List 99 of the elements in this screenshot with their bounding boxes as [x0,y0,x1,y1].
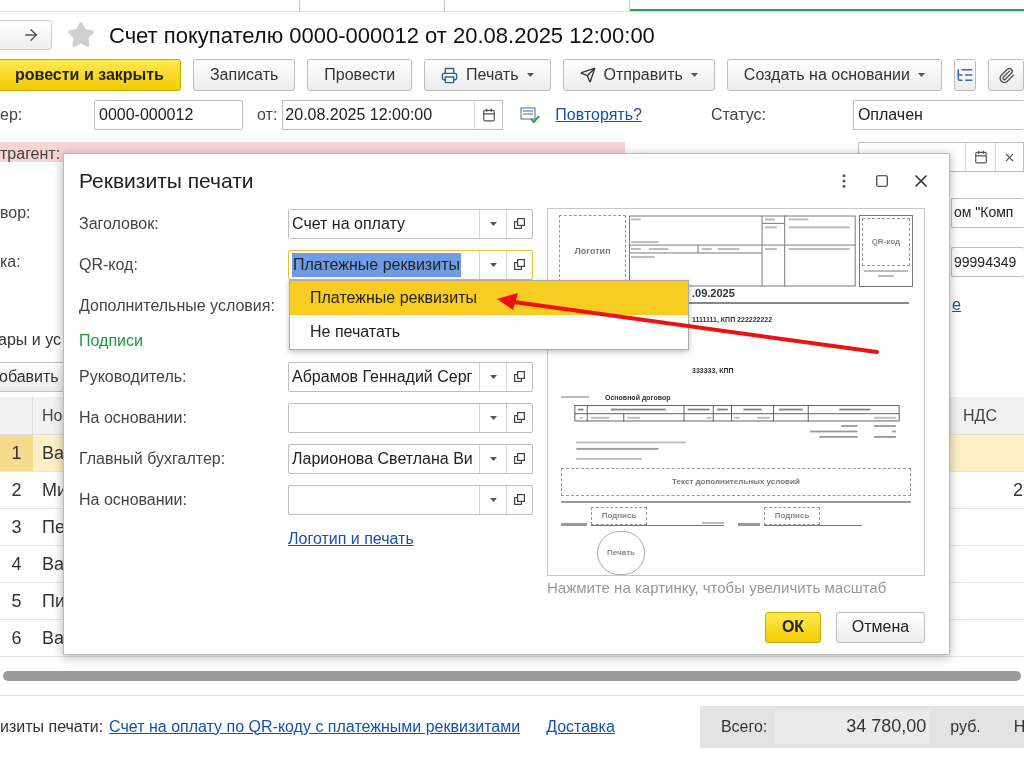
label-line-drawing [738,523,760,526]
text-field[interactable]: 99994349 [951,247,1024,277]
star-icon[interactable] [67,21,95,49]
open-window-icon [514,453,525,464]
combo-field[interactable]: Абрамов Геннадий Серг [288,361,533,392]
table-cell-text: Ва [41,441,63,465]
table-cell-text: Пе [41,515,63,539]
forward-button[interactable] [0,20,52,50]
table-cell-text: 4 [10,552,23,576]
toolbar-button[interactable]: Создать на основании [726,59,942,91]
field-label: Статус: [710,105,767,125]
total-label: Всего: [720,716,768,737]
repeat-link[interactable]: Повторять? [555,103,642,127]
paper-plane-icon [579,67,596,83]
field-label: Главный бухгалтер: [79,448,227,469]
dialog-button[interactable]: ОК [765,611,821,643]
combo-field[interactable] [288,484,533,515]
table-cell-text: Ва [41,626,63,650]
document-text: Печать [607,549,635,557]
table-cell-text: 6 [10,626,23,650]
field-label: Дополнительные условия: [79,295,276,316]
label-line-drawing [561,523,587,526]
open-window-icon [514,412,525,423]
table-cell-text: Ва [41,552,63,576]
field-label: вор: [0,202,31,223]
scrollbar[interactable] [3,671,1021,681]
field-label: На основании: [79,407,188,428]
table-cell-text: 5 [10,589,23,613]
document-text: QR-код [871,238,901,246]
date-field[interactable]: 20.08.2025 12:00:00 [282,100,504,130]
toolbar-button[interactable]: Провести [307,59,413,91]
structure-button[interactable] [953,59,976,91]
printer-icon [441,66,459,84]
field-label: На основании: [79,489,188,510]
label-line-drawing [561,395,589,399]
paperclip-icon [997,66,1015,84]
document-text: Логотип [574,246,611,256]
field-label: ер: [0,105,24,125]
table-cell-text: 2 [10,478,23,502]
document-text: Текст дополнительных условий [672,477,800,486]
caret-icon [489,456,497,461]
window-title: Счет покупателю 0000-000012 от 20.08.2025 12:00:00 [109,21,655,50]
toolbar-button[interactable]: Печать [424,59,551,91]
dropdown-option[interactable]: Не печатать [290,315,688,349]
currency-label: руб. [950,716,981,737]
table-cell-text: 3 [10,515,23,539]
field-label: ка: [0,252,21,272]
document-text: Подпись [601,512,637,520]
arrow-right-icon [22,26,40,44]
logo-link[interactable]: Логотип и печать [288,527,414,551]
label-line-drawing [702,522,724,525]
toolbar-button[interactable]: ровести и закрыть [0,59,181,91]
field-label: Заголовок: [79,213,160,234]
toolbar-button[interactable]: Отправить [562,59,715,91]
link[interactable]: е [952,293,961,317]
document-text: Подпись [774,512,810,520]
document-text: .09.2025 [692,287,735,299]
caret-icon [526,73,534,77]
caret-icon [917,73,925,77]
structure-icon [955,66,974,84]
dropdown-option[interactable]: Платежные реквизиты [290,281,688,315]
section-heading: Подписи [79,331,143,351]
open-window-icon [514,371,525,382]
total-value: 34 780,00 [775,709,931,744]
text-field[interactable]: ом "Комп [951,197,1024,228]
caption-lines-drawing [863,270,908,278]
text-field[interactable]: Оплачен [852,100,1024,130]
preview-hint: Нажмите на картинку, чтобы увеличить масштаб [547,578,888,598]
text-field[interactable]: 0000-000012 [94,100,243,130]
attachment-button[interactable] [988,59,1024,91]
table-cell: 1 [0,435,33,471]
caret-icon [489,374,497,379]
caret-icon [690,73,698,77]
combo-field[interactable]: Платежные реквизиты [288,249,533,280]
caret-icon [489,497,497,502]
field-label: QR-код: [79,254,139,275]
caret-icon [489,221,497,226]
dialog-title: Реквизиты печати [79,168,255,195]
open-window-icon [514,494,525,505]
dialog-button[interactable]: Отмена [836,611,925,643]
column-label: Н [1013,716,1024,737]
table-cell-text: 2 [1013,478,1023,502]
calendar-icon[interactable] [973,150,988,164]
caret-icon [489,415,497,420]
combo-field[interactable] [288,402,533,433]
toolbar-button[interactable]: Записать [192,59,296,91]
delivery-link[interactable]: Доставка [546,714,615,739]
calendar-icon[interactable] [481,108,496,122]
combo-field[interactable]: Счет на оплату [288,208,533,239]
print-settings-link[interactable]: Счет на оплату по QR-коду с платежными реквизитами [109,714,521,739]
document-check-icon[interactable] [520,106,541,124]
field-label: изиты печати: [0,716,104,737]
open-window-icon [514,259,525,270]
combo-field[interactable]: Ларионова Светлана Ви [288,443,533,474]
maximize-icon[interactable] [875,174,889,188]
field-label: трагент: [0,146,61,162]
field-label: от: [257,105,278,125]
open-window-icon [514,218,525,229]
caret-icon [489,262,497,267]
